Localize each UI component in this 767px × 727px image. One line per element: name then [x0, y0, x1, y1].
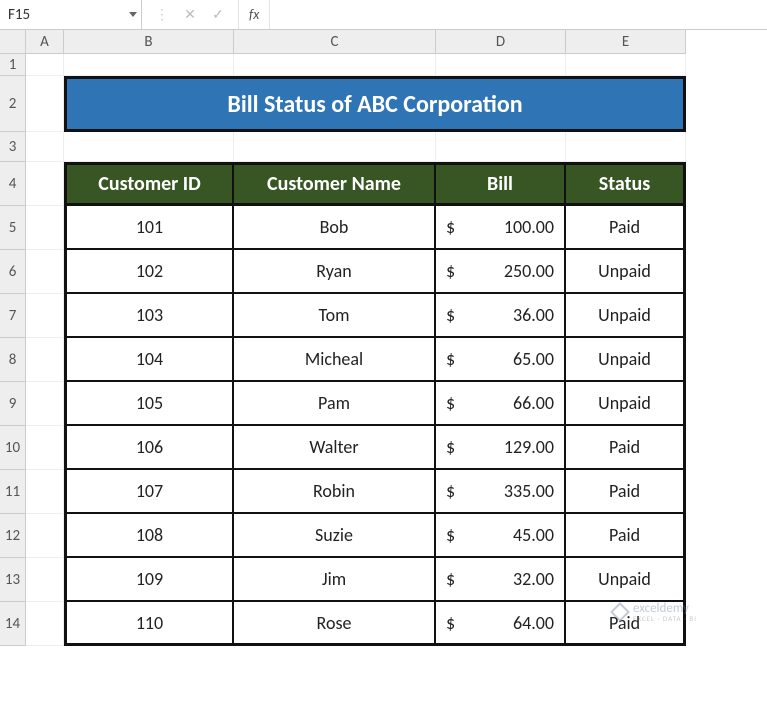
table-cell-name[interactable]: Robin — [234, 470, 436, 514]
cell[interactable] — [26, 76, 64, 132]
cell[interactable] — [26, 132, 64, 162]
table-cell-name[interactable]: Walter — [234, 426, 436, 470]
row-header[interactable]: 2 — [0, 76, 26, 132]
table-cell-status[interactable]: Unpaid — [566, 250, 686, 294]
cell[interactable] — [26, 338, 64, 382]
table-cell-id[interactable]: 105 — [64, 382, 234, 426]
row-header[interactable]: 4 — [0, 162, 26, 206]
table-cell-bill[interactable]: $335.00 — [436, 470, 566, 514]
cell[interactable] — [234, 54, 436, 76]
row-header[interactable]: 11 — [0, 470, 26, 514]
cell[interactable] — [26, 602, 64, 646]
cell[interactable] — [26, 470, 64, 514]
row-header[interactable]: 9 — [0, 382, 26, 426]
table-cell-bill[interactable]: $65.00 — [436, 338, 566, 382]
cell[interactable] — [26, 54, 64, 76]
table-cell-status[interactable]: Unpaid — [566, 558, 686, 602]
cell[interactable] — [26, 206, 64, 250]
table-cell-status[interactable]: Paid — [566, 206, 686, 250]
col-header-C[interactable]: C — [234, 30, 436, 54]
table-cell-id[interactable]: 104 — [64, 338, 234, 382]
table-cell-id[interactable]: 108 — [64, 514, 234, 558]
table-cell-name[interactable]: Tom — [234, 294, 436, 338]
col-header-B[interactable]: B — [64, 30, 234, 54]
cell[interactable] — [566, 132, 686, 162]
name-box-value: F15 — [8, 6, 125, 24]
cell[interactable] — [64, 132, 234, 162]
table-cell-bill[interactable]: $64.00 — [436, 602, 566, 646]
cell[interactable] — [26, 250, 64, 294]
cell[interactable] — [26, 382, 64, 426]
row-header[interactable]: 12 — [0, 514, 26, 558]
table-cell-status[interactable]: Unpaid — [566, 294, 686, 338]
table-cell-id[interactable]: 106 — [64, 426, 234, 470]
table-cell-id[interactable]: 107 — [64, 470, 234, 514]
table-cell-id[interactable]: 101 — [64, 206, 234, 250]
row-header[interactable]: 13 — [0, 558, 26, 602]
formula-buttons: ⋮ ✕ ✓ — [142, 0, 239, 29]
col-header-D[interactable]: D — [436, 30, 566, 54]
dots-icon: ⋮ — [148, 6, 176, 23]
row-header[interactable]: 10 — [0, 426, 26, 470]
table-header-id[interactable]: Customer ID — [64, 162, 234, 206]
table-cell-status[interactable]: Paid — [566, 602, 686, 646]
table-cell-bill[interactable]: $250.00 — [436, 250, 566, 294]
cell[interactable] — [234, 132, 436, 162]
select-all-corner[interactable] — [0, 30, 26, 54]
table-header-status[interactable]: Status — [566, 162, 686, 206]
table-cell-bill[interactable]: $66.00 — [436, 382, 566, 426]
col-header-E[interactable]: E — [566, 30, 686, 54]
cell[interactable] — [436, 54, 566, 76]
table-header-name[interactable]: Customer Name — [234, 162, 436, 206]
table-cell-bill[interactable]: $100.00 — [436, 206, 566, 250]
table-cell-id[interactable]: 103 — [64, 294, 234, 338]
col-header-A[interactable]: A — [26, 30, 64, 54]
table-header-bill[interactable]: Bill — [436, 162, 566, 206]
sheet-title[interactable]: Bill Status of ABC Corporation — [64, 76, 686, 132]
table-cell-status[interactable]: Paid — [566, 470, 686, 514]
cell[interactable] — [26, 426, 64, 470]
cell[interactable] — [436, 132, 566, 162]
row-header[interactable]: 3 — [0, 132, 26, 162]
table-cell-id[interactable]: 109 — [64, 558, 234, 602]
table-cell-status[interactable]: Paid — [566, 426, 686, 470]
row-header[interactable]: 6 — [0, 250, 26, 294]
formula-input[interactable] — [270, 0, 767, 29]
table-cell-name[interactable]: Suzie — [234, 514, 436, 558]
name-box[interactable]: F15 — [0, 0, 142, 29]
table-cell-status[interactable]: Paid — [566, 514, 686, 558]
table-cell-name[interactable]: Jim — [234, 558, 436, 602]
fx-label[interactable]: fx — [239, 0, 270, 29]
row-header[interactable]: 5 — [0, 206, 26, 250]
formula-bar: F15 ⋮ ✕ ✓ fx — [0, 0, 767, 30]
table-cell-id[interactable]: 102 — [64, 250, 234, 294]
cell[interactable] — [64, 54, 234, 76]
table-cell-name[interactable]: Bob — [234, 206, 436, 250]
table-cell-name[interactable]: Micheal — [234, 338, 436, 382]
cancel-button[interactable]: ✕ — [176, 6, 204, 23]
row-header[interactable]: 7 — [0, 294, 26, 338]
table-cell-name[interactable]: Pam — [234, 382, 436, 426]
cell[interactable] — [26, 162, 64, 206]
row-header[interactable]: 1 — [0, 54, 26, 76]
table-cell-id[interactable]: 110 — [64, 602, 234, 646]
table-cell-status[interactable]: Unpaid — [566, 338, 686, 382]
table-cell-bill[interactable]: $45.00 — [436, 514, 566, 558]
chevron-down-icon[interactable] — [129, 12, 137, 17]
table-cell-name[interactable]: Rose — [234, 602, 436, 646]
table-cell-bill[interactable]: $36.00 — [436, 294, 566, 338]
cell[interactable] — [566, 54, 686, 76]
cell[interactable] — [26, 514, 64, 558]
table-cell-name[interactable]: Ryan — [234, 250, 436, 294]
table-cell-bill[interactable]: $32.00 — [436, 558, 566, 602]
cell[interactable] — [26, 294, 64, 338]
cell[interactable] — [26, 558, 64, 602]
table-cell-bill[interactable]: $129.00 — [436, 426, 566, 470]
spreadsheet-grid: A B C D E 1 2 Bill Status of ABC Corpora… — [0, 30, 767, 646]
enter-button[interactable]: ✓ — [204, 6, 232, 23]
row-header[interactable]: 8 — [0, 338, 26, 382]
row-header[interactable]: 14 — [0, 602, 26, 646]
table-cell-status[interactable]: Unpaid — [566, 382, 686, 426]
